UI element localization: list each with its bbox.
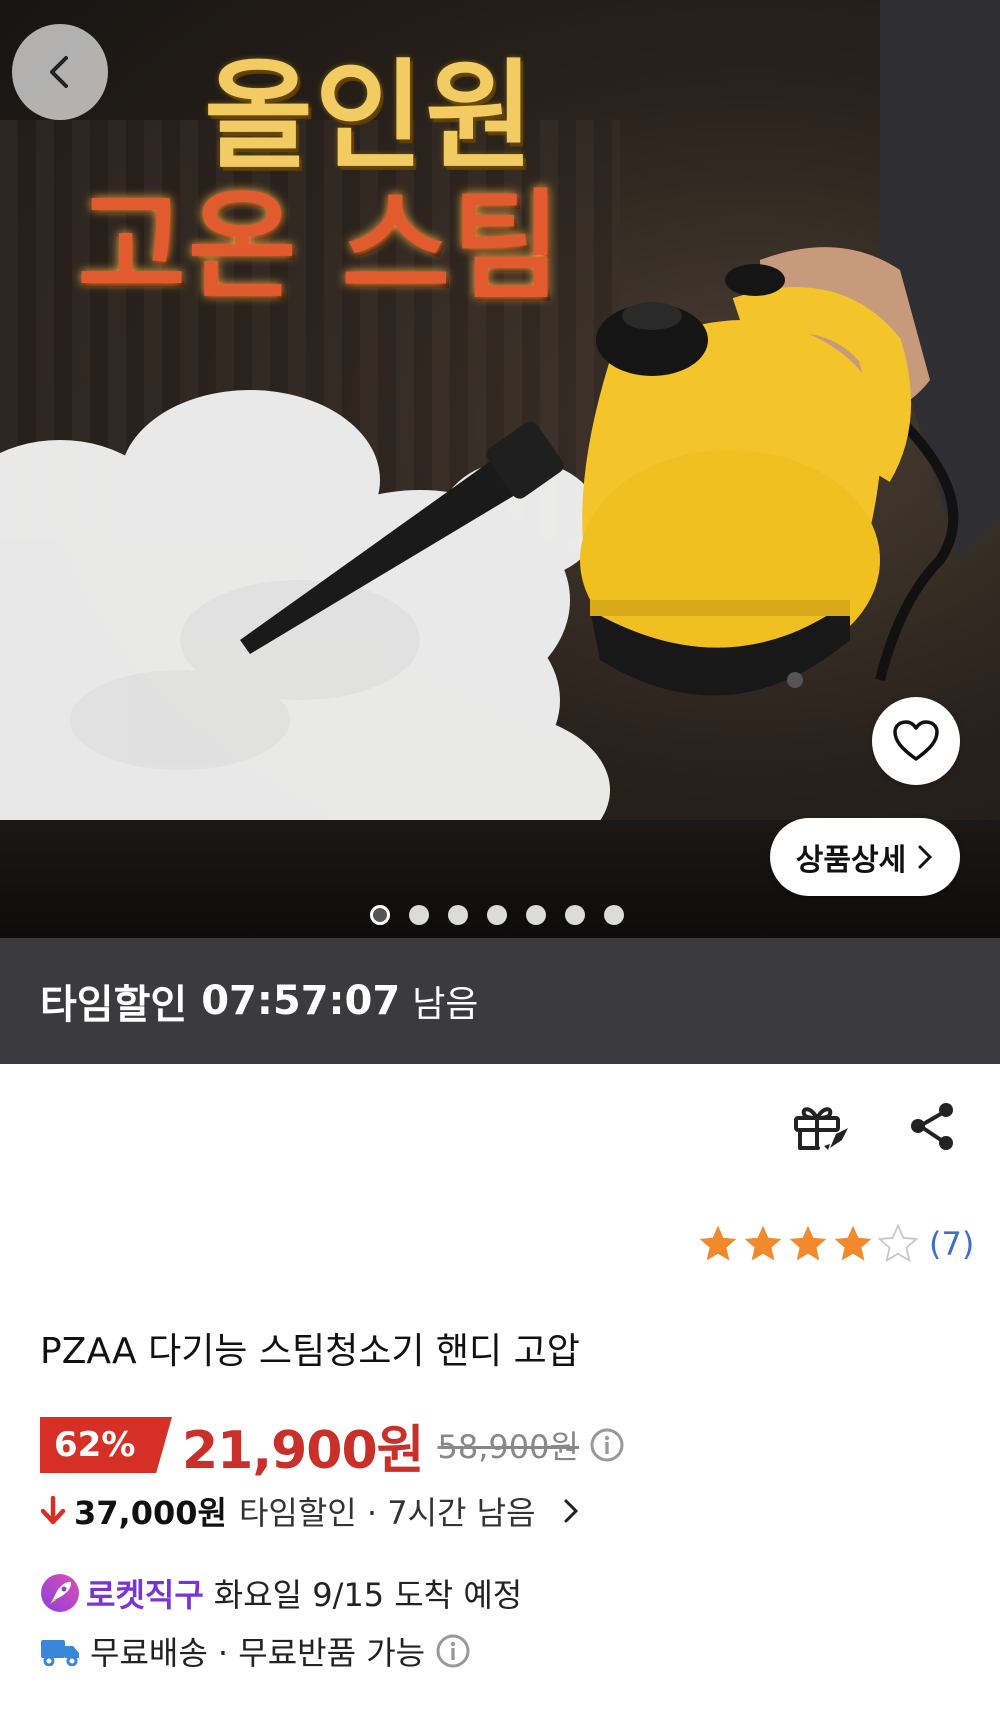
product-detail-label: 상품상세 bbox=[795, 843, 907, 878]
star-icon bbox=[789, 1225, 827, 1261]
star-empty-icon bbox=[877, 1223, 919, 1263]
share-button[interactable] bbox=[904, 1098, 960, 1154]
heart-icon bbox=[893, 720, 939, 761]
review-count-link[interactable]: (7) bbox=[929, 1225, 974, 1263]
wishlist-button[interactable] bbox=[872, 697, 960, 785]
rocket-icon bbox=[41, 1574, 79, 1612]
carousel-dot[interactable] bbox=[370, 905, 390, 925]
sale-price: 21,900원 bbox=[182, 1420, 425, 1481]
chevron-right-icon bbox=[918, 845, 933, 869]
shipping-text: 무료배송 · 무료반품 가능 bbox=[90, 1634, 426, 1672]
delivery-eta: 화요일 9/15 도착 예정 bbox=[213, 1576, 523, 1614]
product-title: PZAA 다기능 스팀청소기 핸디 고압 bbox=[40, 1331, 580, 1372]
star-icon bbox=[744, 1225, 782, 1261]
original-price: 58,900원 bbox=[437, 1428, 579, 1466]
carousel-dot[interactable] bbox=[604, 905, 624, 925]
arrow-down-icon bbox=[40, 1496, 66, 1525]
info-icon[interactable] bbox=[435, 1633, 471, 1669]
rocket-delivery-row: 로켓직구 화요일 9/15 도착 예정 bbox=[40, 1566, 522, 1620]
price-row: 62% 21,900원 58,900원 bbox=[40, 1414, 625, 1481]
star-icon bbox=[699, 1225, 737, 1261]
shipping-info-row: 무료배송 · 무료반품 가능 bbox=[40, 1624, 471, 1678]
rocket-brand-label: 로켓직구 bbox=[86, 1576, 204, 1614]
time-discount-text: 타임할인 · 7시간 남음 bbox=[238, 1494, 536, 1532]
truck-icon bbox=[41, 1640, 79, 1666]
time-sale-banner: 타임할인 07:57:07 남음 bbox=[0, 938, 1000, 1064]
time-sale-label: 타임할인 bbox=[40, 982, 188, 1028]
product-rating[interactable]: (7) bbox=[696, 1222, 974, 1266]
star-icon bbox=[834, 1225, 872, 1261]
info-icon[interactable] bbox=[589, 1427, 625, 1463]
carousel-dot[interactable] bbox=[487, 905, 507, 925]
carousel-indicator bbox=[370, 905, 624, 925]
headline-line2: 고온 스팀 bbox=[77, 177, 563, 315]
share-icon bbox=[911, 1103, 953, 1150]
carousel-dot[interactable] bbox=[409, 905, 429, 925]
gift-button[interactable] bbox=[790, 1098, 852, 1154]
carousel-dot[interactable] bbox=[565, 905, 585, 925]
gift-icon bbox=[794, 1107, 848, 1150]
carousel-dot[interactable] bbox=[526, 905, 546, 925]
countdown-suffix: 남음 bbox=[412, 984, 479, 1025]
time-discount-amount: 37,000원 bbox=[74, 1494, 227, 1532]
chevron-right-icon bbox=[564, 1499, 578, 1523]
product-image-carousel[interactable]: 올인원 고온 스팀 상품상세 bbox=[0, 0, 1000, 938]
countdown-clock: 07:57:07 bbox=[201, 978, 401, 1024]
chevron-left-icon bbox=[50, 56, 68, 88]
carousel-dot[interactable] bbox=[448, 905, 468, 925]
discount-badge: 62% bbox=[40, 1417, 172, 1473]
product-detail-button[interactable]: 상품상세 bbox=[770, 818, 960, 896]
time-discount-row[interactable]: 37,000원 타임할인 · 7시간 남음 bbox=[40, 1486, 590, 1536]
back-button[interactable] bbox=[12, 24, 108, 120]
